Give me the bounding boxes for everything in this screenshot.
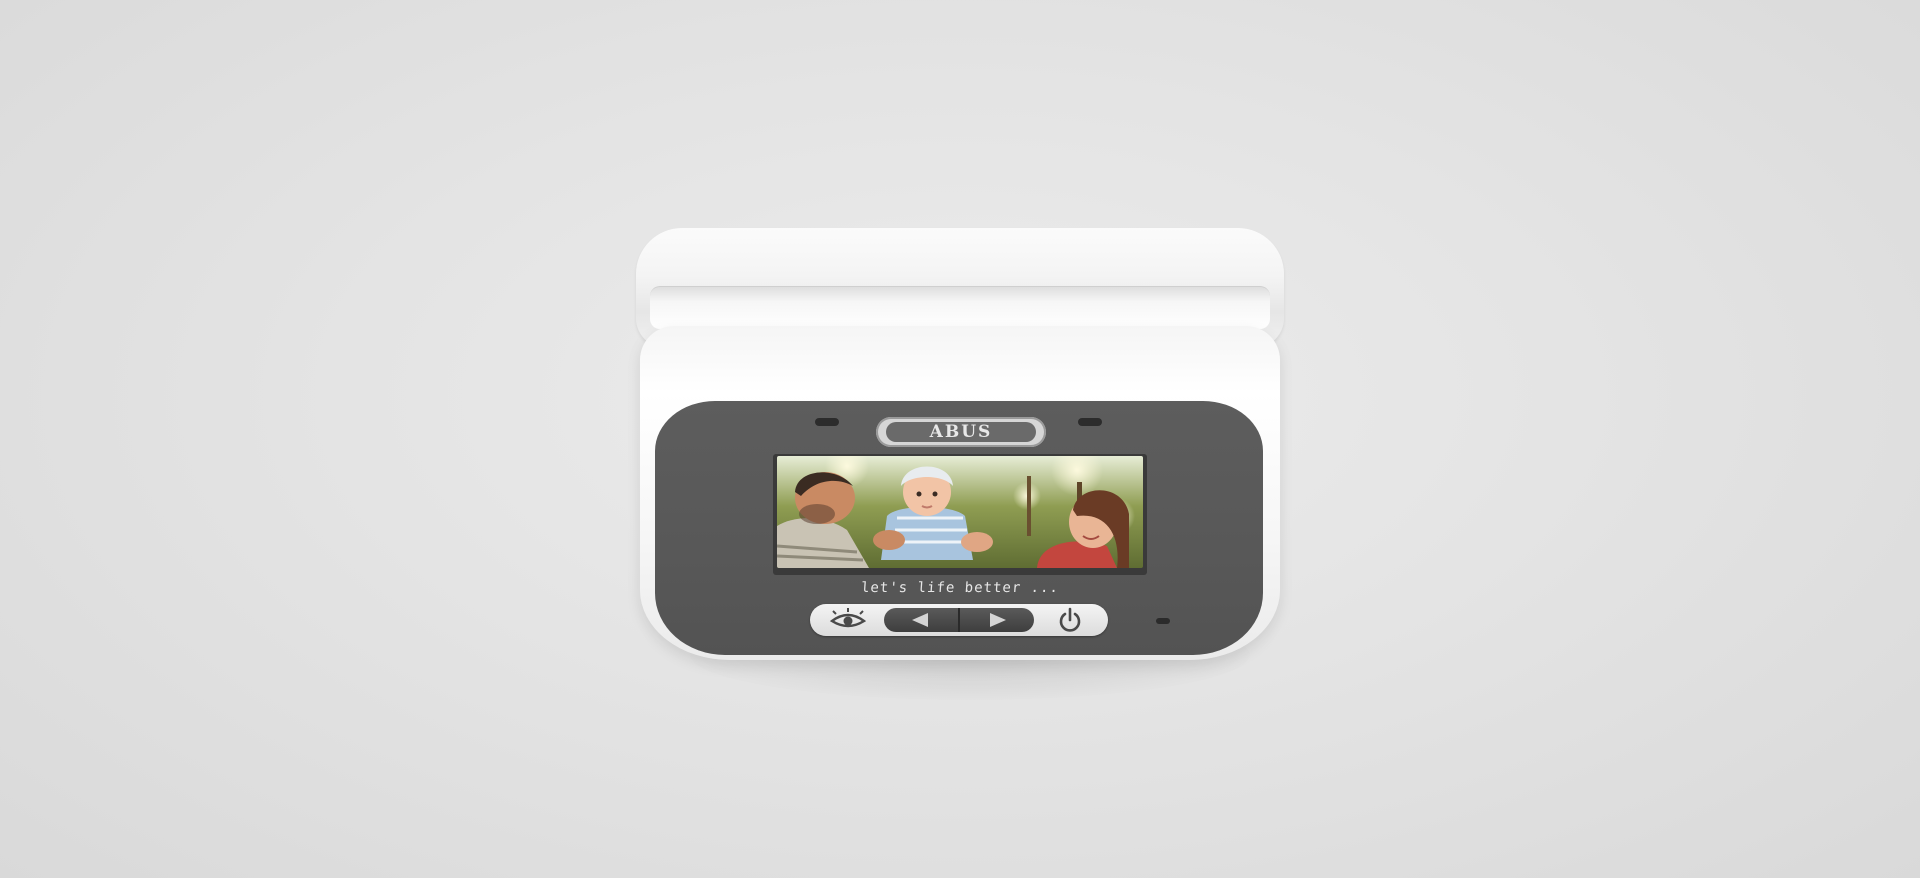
arrow-left-icon [912,613,928,627]
view-button[interactable] [826,606,870,634]
brand-logo: ABUS [876,417,1046,447]
next-button[interactable] [960,608,1034,632]
arrow-right-icon [990,613,1006,627]
sensor-right [1078,418,1102,426]
eye-icon [829,608,867,628]
display-screen [777,456,1143,568]
status-led [1156,618,1170,624]
sensor-left [815,418,839,426]
previous-button[interactable] [884,608,958,632]
family-photo [777,456,1143,568]
navigation-pad [884,608,1034,632]
housing-lip [650,286,1270,329]
product-scene: ABUS let's life better ... [0,0,1920,878]
power-icon [1059,607,1081,632]
power-button[interactable] [1048,606,1092,634]
brand-logo-text: ABUS [886,422,1036,442]
screen-tagline: let's life better ... [860,580,1060,596]
